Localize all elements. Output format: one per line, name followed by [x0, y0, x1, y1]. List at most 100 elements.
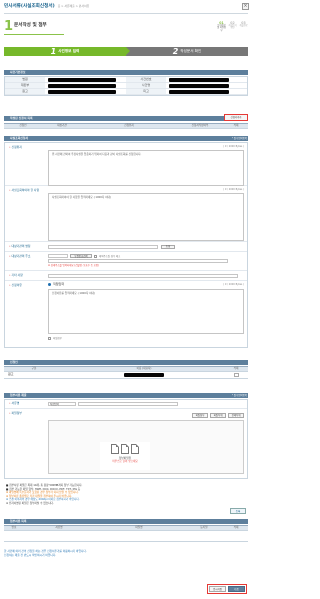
etc-label: 기타 사항	[5, 271, 45, 280]
tab-case-info[interactable]: 1 사건정보 입력	[4, 47, 130, 56]
attached-list-title: 첨부서류 목록	[4, 519, 248, 524]
col-party-type: 구분	[31, 367, 37, 371]
step-title: 문서작성 및 첨부	[14, 23, 47, 28]
step-underline	[4, 34, 64, 35]
add-application-button[interactable]: 신청서추가	[224, 114, 248, 121]
reason-textarea[interactable]: 신청이유를 입력하세요. (1000자 이내)	[48, 288, 244, 334]
step-number: 1	[4, 19, 14, 34]
reason-byte-count: ( 0 / 2000 Bytes )	[223, 283, 244, 286]
col-date: 등록일	[200, 526, 208, 530]
doc-type-select[interactable]: 직접입력	[48, 402, 76, 406]
purpose-textarea[interactable]: 위 사건에 관하여 주장사실을 입증하기 위하여 다음과 같이 사실조회를 신청…	[48, 150, 244, 186]
org-label: 대상기관의 명칭	[5, 242, 45, 251]
case-info-title: 사건기본정보	[4, 70, 248, 75]
doc-name-input[interactable]	[78, 402, 178, 406]
file-icon	[100, 444, 150, 456]
field-reason: 신청이유 직접입력 ( 0 / 2000 Bytes ) 신청이유를 입력하세요…	[5, 281, 247, 347]
purpose-label: 신청취지	[5, 143, 45, 185]
step-indicator-2: 02 작성문서 확인	[228, 21, 237, 30]
temp-save-button[interactable]: 임시저장	[209, 586, 226, 592]
col-party-delete: 삭제	[233, 367, 239, 371]
page-title: 민사서류(사실조회신청서)	[4, 4, 55, 10]
court-label: 법원	[5, 77, 45, 82]
defendant-value	[169, 89, 229, 94]
case-name-value	[169, 83, 229, 88]
note-6: ※ 전자서명된 파일은 첨부하실 수 없습니다.	[6, 501, 54, 505]
step-indicators: 01 문서작성 및 파일첨부 02 작성문서 확인 03 제출완료	[217, 21, 248, 34]
attach-file-button[interactable]: 파일첨부	[192, 413, 208, 418]
party-row-type: 원고	[8, 372, 14, 377]
case-number-label: 사건번호	[126, 77, 166, 82]
header-divider	[4, 13, 248, 14]
reason-file-checkbox[interactable]	[48, 336, 51, 340]
application-list-title: 작성된 신청서 목록	[4, 116, 248, 121]
court-value	[48, 77, 116, 82]
col-delete: 삭제	[233, 124, 239, 128]
attach-type-label: 서류명	[5, 400, 45, 408]
attach-type-row: 서류명 직접입력	[5, 400, 247, 409]
bottom-notes: 한 사건에 여러 건의 신청을 하는 경우 신청서추가를 이용하시기 바랍니다.…	[4, 549, 248, 557]
case-number-value	[169, 77, 229, 82]
col-file-name: 파일명	[135, 526, 143, 530]
application-table-header: 신청인 대상기관 신청취지 신청서작성여부 삭제	[4, 123, 248, 129]
attach-file-label: 파일첨부	[5, 409, 45, 478]
field-purpose: 신청취지 ( 0 / 2000 Bytes ) 위 사건에 관하여 주장사실을 …	[5, 143, 247, 186]
overseas-label: 해외주소일 경우 체크	[99, 254, 121, 258]
col-purpose: 신청취지	[124, 124, 134, 128]
close-button[interactable]: ×	[242, 3, 249, 10]
step-indicator-1: 01 문서작성 및 파일첨부	[217, 21, 226, 32]
required-note: * 필수입력항목	[231, 137, 247, 140]
zip-search-button[interactable]: 우편번호검색	[70, 254, 92, 258]
attach-notes: ■ 첨부서류 파일은 최대 10개, 총 용량 500MB까지 첨부 가능합니다…	[6, 484, 246, 506]
etc-input[interactable]	[48, 273, 238, 278]
fact-textarea[interactable]: 사실조회하여야 할 사항을 입력하세요. (1000자 이내)	[48, 193, 244, 241]
delete-all-button[interactable]: 전체삭제	[228, 413, 244, 418]
field-etc: 기타 사항	[5, 271, 247, 281]
detail-title: 사실조회신청서	[4, 136, 248, 141]
division-label: 재판부	[5, 83, 45, 88]
progress-tabs: 1 사건정보 입력 2 작성문서 확인	[4, 47, 248, 56]
tab-document-check[interactable]: 2 작성문서 확인	[126, 47, 248, 56]
party-row: 원고	[4, 372, 248, 379]
col-list-delete: 삭제	[233, 526, 239, 530]
col-target-org: 대상기관	[57, 124, 67, 128]
col-party-name: 이름 (대표자)	[136, 367, 152, 371]
detail-form: 신청취지 ( 0 / 2000 Bytes ) 위 사건에 관하여 주장사실을 …	[4, 142, 248, 348]
field-address: 대상기관의 주소 우편번호검색 해외주소일 경우 체크 ※ 상세주소를 입력하세요…	[5, 252, 247, 271]
address-help: ※ 상세주소를 입력하세요 (건물명, 동호수 등 포함)	[48, 264, 99, 267]
reason-file-label: 파일첨부	[53, 336, 62, 340]
party-title: 신청인	[4, 360, 248, 365]
breadcrumb: 홈 > 서류제출 > 민사서류	[57, 4, 90, 9]
fact-byte-count: ( 0 / 2000 Bytes )	[223, 188, 244, 191]
attach-title: 첨부서류 제출	[4, 393, 248, 398]
party-row-name	[124, 373, 164, 377]
overseas-checkbox[interactable]	[94, 254, 97, 258]
direct-input-label: 직접입력	[53, 282, 65, 286]
defendant-label: 피고	[126, 89, 166, 94]
next-button[interactable]: 다음	[228, 586, 245, 592]
case-row-parties: 원고 피고	[5, 89, 247, 95]
division-value	[48, 83, 116, 88]
attached-table-body	[4, 531, 248, 542]
direct-input-radio[interactable]	[48, 283, 51, 287]
purpose-byte-count: ( 0 / 2000 Bytes )	[223, 145, 244, 148]
address-input[interactable]	[48, 259, 228, 263]
address-label: 대상기관의 주소	[5, 252, 45, 270]
field-fact: 사실조회하여야 할 사항 ( 0 / 2000 Bytes ) 사실조회하여야 …	[5, 186, 247, 242]
field-org: 대상기관의 명칭 조회	[5, 242, 247, 252]
drop-text-2: 마우스로 끌어 넣으세요	[112, 459, 138, 463]
col-applicant: 신청인	[19, 124, 27, 128]
reason-label: 신청이유	[5, 281, 45, 347]
col-doc-name: 서류명	[55, 526, 63, 530]
step-header: 1 문서작성 및 첨부 01 문서작성 및 파일첨부 02 작성문서 확인 03 제출…	[4, 17, 248, 39]
case-info-table: 법원 사건번호 재판부 사건명 원고 피고	[4, 76, 248, 96]
plaintiff-label: 원고	[5, 89, 45, 94]
zip-input[interactable]	[48, 254, 68, 258]
case-name-label: 사건명	[126, 83, 166, 88]
org-input[interactable]	[48, 244, 158, 249]
file-drop-zone[interactable]: 첨부파일을 마우스로 끌어 넣으세요	[100, 442, 150, 470]
org-search-button[interactable]: 조회	[161, 244, 175, 249]
party-delete-button[interactable]	[233, 373, 239, 377]
register-button[interactable]: 등록	[230, 508, 246, 514]
delete-file-button[interactable]: 파일삭제	[210, 413, 226, 418]
